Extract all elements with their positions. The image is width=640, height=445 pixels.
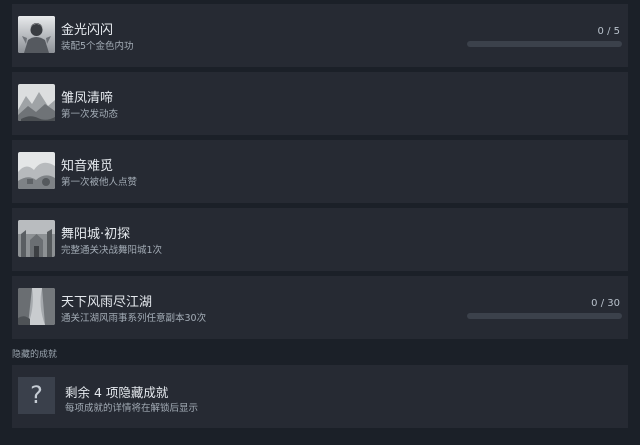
achievement-description: 通关江湖风雨事系列任意副本30次 bbox=[61, 313, 207, 324]
progress-text: 0 / 5 bbox=[597, 26, 620, 37]
achievement-name: 天下风雨尽江湖 bbox=[61, 295, 153, 310]
achievement-description: 第一次被他人点赞 bbox=[61, 177, 138, 188]
warrior-portrait-icon bbox=[18, 16, 55, 53]
mountain-landscape-icon bbox=[18, 84, 55, 121]
misty-landscape-icon bbox=[18, 152, 55, 189]
city-gate-icon bbox=[18, 220, 55, 257]
river-valley-icon bbox=[18, 288, 55, 325]
achievement-name: 舞阳城·初探 bbox=[61, 227, 131, 242]
hidden-achievements-heading: 隐藏的成就 bbox=[12, 350, 58, 360]
progress-bar bbox=[467, 313, 622, 319]
progress-text: 0 / 30 bbox=[591, 298, 620, 309]
achievement-card: 知音难觅 第一次被他人点赞 bbox=[12, 140, 628, 203]
achievement-card: 雏凤清啼 第一次发动态 bbox=[12, 72, 628, 135]
hidden-achievements-description: 每项成就的详情将在解锁后显示 bbox=[65, 403, 199, 414]
achievement-card: 金光闪闪 装配5个金色内功 0 / 5 bbox=[12, 4, 628, 67]
progress-bar bbox=[467, 41, 622, 47]
achievement-name: 知音难觅 bbox=[61, 159, 114, 174]
achievement-card: 天下风雨尽江湖 通关江湖风雨事系列任意副本30次 0 / 30 bbox=[12, 276, 628, 339]
hidden-achievements-count: 剩余 4 项隐藏成就 bbox=[65, 385, 169, 400]
achievement-description: 第一次发动态 bbox=[61, 109, 119, 120]
question-mark-icon: ? bbox=[18, 377, 55, 414]
achievement-card: 舞阳城·初探 完整通关决战舞阳城1次 bbox=[12, 208, 628, 271]
achievement-description: 完整通关决战舞阳城1次 bbox=[61, 245, 163, 256]
achievement-name: 金光闪闪 bbox=[61, 23, 114, 38]
achievement-name: 雏凤清啼 bbox=[61, 91, 114, 106]
hidden-achievements-card: ? 剩余 4 项隐藏成就 每项成就的详情将在解锁后显示 bbox=[12, 365, 628, 428]
achievement-list: 金光闪闪 装配5个金色内功 0 / 5 雏凤清啼 第一次发动态 知音难觅 第一次… bbox=[12, 4, 628, 344]
achievement-description: 装配5个金色内功 bbox=[61, 41, 134, 52]
